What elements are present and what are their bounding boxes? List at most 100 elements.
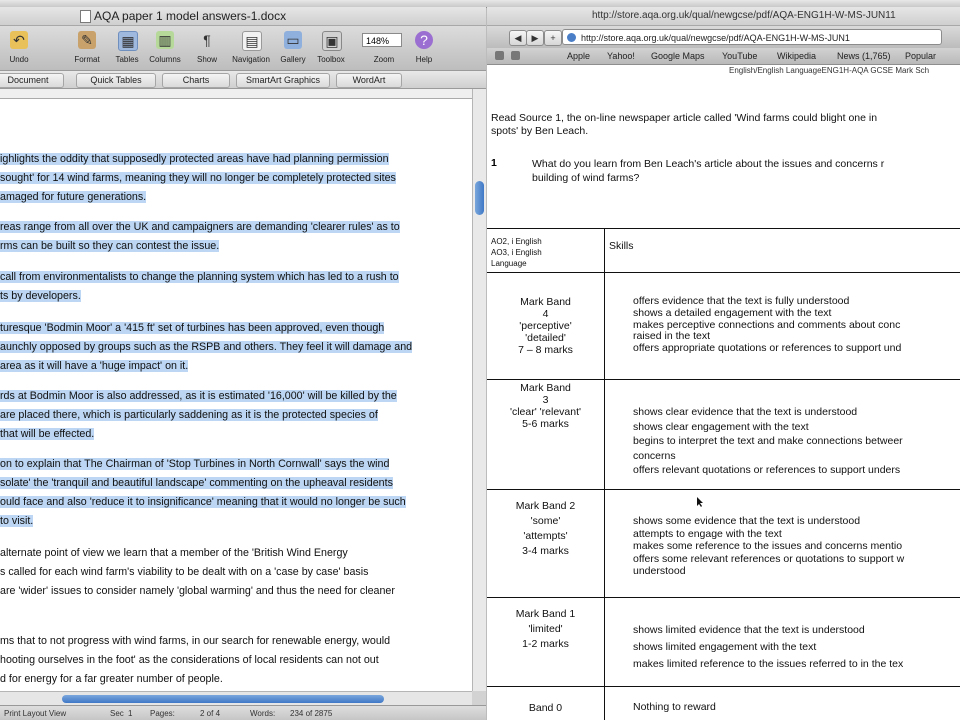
text-line: call from environmentalists to change th… [0,271,399,283]
text-line: AO3, i English [491,248,542,257]
tables-button[interactable]: ▦ Tables [110,29,144,67]
browser-title: http://store.aqa.org.uk/qual/newgcse/pdf… [592,10,896,21]
text-line: 5-6 marks [522,418,569,430]
table-border [487,272,960,273]
horizontal-ruler[interactable] [0,89,472,99]
table-border [487,597,960,598]
text-line: offers some relevant references or quota… [633,552,905,565]
undo-icon: ↶ [10,31,28,49]
bookmark-google-maps[interactable]: Google Maps [651,51,705,61]
bookmark-news[interactable]: News (1,765) [837,51,891,61]
back-button[interactable]: ◀ [509,30,527,46]
text-line: Band 0 [528,702,563,714]
text-line: rms can be built so they can contest the… [0,240,220,252]
tab-wordart[interactable]: WordArt [336,73,402,88]
text-line: shows clear evidence that the text is un… [633,406,858,418]
text-line: 'some' [530,515,561,527]
text-line: are 'wider' issues to consider namely 'g… [0,585,395,597]
toolbox-button[interactable]: ▣ Toolbox [314,29,348,67]
word-toolbar: ↶ Undo ✎ Format ▦ Tables ▥ Columns ¶ Sho… [0,26,486,71]
mark-band-4: Mark Band 4 'perceptive' 'detailed' 7 – … [487,296,604,356]
text-line: d for energy for a far greater number of… [0,673,223,685]
paragraph[interactable]: ms that to not progress with wind farms,… [0,632,390,689]
bookmark-wikipedia[interactable]: Wikipedia [777,51,816,61]
tables-icon: ▦ [118,31,138,51]
paragraph[interactable]: turesque 'Bodmin Moor' a '415 ft' set of… [0,319,413,376]
gallery-button[interactable]: ▭ Gallery [276,29,310,67]
document-page[interactable]: ighlights the oddity that supposedly pro… [0,99,472,691]
text-line: aunchly opposed by groups such as the RS… [0,341,413,353]
paragraph[interactable]: reas range from all over the UK and camp… [0,218,400,256]
pilcrow-icon: ¶ [203,32,211,48]
tab-document-elements[interactable]: Document Elements [0,73,64,98]
pdf-content[interactable]: English/English LanguageENG1H-AQA GCSE M… [487,65,960,720]
mark-band-0: Band 0 [487,702,604,714]
add-bookmark-button[interactable]: + [544,30,562,46]
text-line: 3 [542,394,549,406]
address-bar[interactable]: http://store.aqa.org.uk/qual/newgcse/pdf… [562,29,942,45]
show-button[interactable]: ¶ Show [190,29,224,67]
assessment-objectives: AO2, i English AO3, i English Language [491,236,542,269]
bookmark-youtube[interactable]: YouTube [722,51,757,61]
text-line: shows limited engagement with the text [633,641,817,653]
forward-button[interactable]: ▶ [526,30,544,46]
table-border [487,228,960,229]
text-line: ould face and also 'reduce it to insigni… [0,496,406,508]
undo-button[interactable]: ↶ Undo [2,29,36,67]
text-line: s called for each wind farm's viability … [0,566,369,578]
skills-header: Skills [609,240,634,252]
text-line: area as it will have a 'huge impact' on … [0,360,189,372]
text-line: 'attempts' [523,530,568,542]
source-instruction: Read Source 1, the on-line newspaper art… [491,112,877,138]
tab-charts[interactable]: Charts [162,73,230,88]
words-value: 234 of 2875 [290,709,333,718]
forward-arrow-icon: ▶ [531,33,539,43]
view-mode[interactable]: Print Layout View [4,709,66,718]
table-border [487,379,960,380]
text-line: alternate point of view we learn that a … [0,547,348,559]
text-line: shows limited evidence that the text is … [633,624,865,636]
word-document-title: AQA paper 1 model answers-1.docx [94,9,287,23]
word-ribbon: Document Elements Quick Tables Charts Sm… [0,71,486,98]
table-border [487,489,960,490]
paragraph[interactable]: ighlights the oddity that supposedly pro… [0,150,396,207]
help-label: Help [415,55,433,64]
paragraph[interactable]: alternate point of view we learn that a … [0,544,395,601]
vertical-scrollbar[interactable] [472,89,486,691]
columns-label: Columns [149,55,181,64]
band-1-skills: shows limited evidence that the text is … [633,622,903,673]
mark-band-3: Mark Band 3 'clear' 'relevant' 5-6 marks [487,382,604,430]
text-line: offers relevant quotations or references… [633,464,901,476]
book-icon[interactable] [495,51,504,60]
horizontal-scrollbar[interactable] [0,691,472,706]
paragraph[interactable]: on to explain that The Chairman of 'Stop… [0,455,406,531]
show-label: Show [196,55,217,64]
text-line: 7 – 8 marks [518,344,573,356]
tab-quick-tables[interactable]: Quick Tables [76,73,156,88]
horizontal-scroll-thumb[interactable] [62,695,384,703]
globe-icon [567,33,576,42]
pdf-running-header: English/English LanguageENG1H-AQA GCSE M… [729,66,930,75]
text-line: amaged for future generations. [0,191,147,203]
vertical-scroll-thumb[interactable] [475,181,484,215]
bookmark-yahoo[interactable]: Yahoo! [607,51,635,61]
bookmark-apple[interactable]: Apple [567,51,590,61]
paragraph[interactable]: call from environmentalists to change th… [0,268,399,306]
plus-icon: + [550,33,556,43]
question-number: 1 [491,157,497,169]
paragraph[interactable]: rds at Bodmin Moor is also addressed, as… [0,387,397,444]
format-button[interactable]: ✎ Format [70,29,104,67]
columns-button[interactable]: ▥ Columns [148,29,182,67]
section-value: 1 [128,709,133,718]
text-line: turesque 'Bodmin Moor' a '415 ft' set of… [0,322,385,334]
bookmark-popular[interactable]: Popular [905,51,936,61]
text-line: building of wind farms? [532,172,640,184]
tab-smartart[interactable]: SmartArt Graphics [236,73,330,88]
zoom-button[interactable]: Zoom [367,29,401,67]
navigation-button[interactable]: ▤ Navigation [232,29,270,67]
text-line: spots' by Ben Leach. [491,125,589,137]
text-line: that will be effected. [0,428,95,440]
help-button[interactable]: ? Help [407,29,441,67]
grid-icon[interactable] [511,51,520,60]
text-line: 'detailed' [525,332,566,344]
